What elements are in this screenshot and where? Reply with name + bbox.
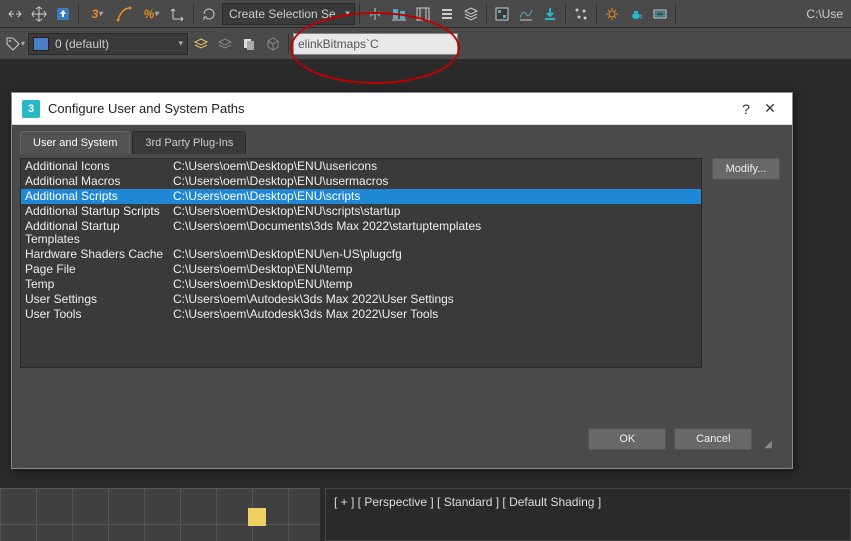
path-row[interactable]: TempC:\Users\oem\Desktop\ENU\temp xyxy=(21,277,701,292)
selection-set-label: Create Selection Se xyxy=(229,7,336,21)
script-listener-input[interactable] xyxy=(293,33,458,55)
layers-stack-icon[interactable] xyxy=(460,3,482,25)
path-row[interactable]: User SettingsC:\Users\oem\Autodesk\3ds M… xyxy=(21,292,701,307)
path-key: User Tools xyxy=(25,308,173,321)
path-value: C:\Users\oem\Desktop\ENU\scripts\startup xyxy=(173,205,697,218)
teapot-icon[interactable] xyxy=(625,3,647,25)
resize-grip-icon[interactable]: ◢ xyxy=(764,439,772,450)
list-icon[interactable] xyxy=(436,3,458,25)
toolbar-separator xyxy=(78,4,79,24)
curve-editor-icon[interactable] xyxy=(515,3,537,25)
tab-3rd-party-plugins[interactable]: 3rd Party Plug-Ins xyxy=(132,131,246,154)
path-key: Additional Startup Templates xyxy=(25,220,173,246)
dialog-title: Configure User and System Paths xyxy=(48,101,734,116)
path-key: Temp xyxy=(25,278,173,291)
main-toolbar-row-1: 3▾ %▾ Create Selection Se C:\Use xyxy=(0,0,851,28)
dialog-footer: OK Cancel ◢ xyxy=(20,368,784,460)
layer-name-label: 0 (default) xyxy=(55,37,109,51)
wireframe-box-icon[interactable] xyxy=(262,33,284,55)
viewport-status-text: [ + ] [ Perspective ] [ Standard ] [ Def… xyxy=(334,495,601,509)
ok-button[interactable]: OK xyxy=(588,428,666,450)
path-value: C:\Users\oem\Documents\3ds Max 2022\star… xyxy=(173,220,697,246)
paths-listbox[interactable]: Additional IconsC:\Users\oem\Desktop\ENU… xyxy=(20,158,702,368)
path-value: C:\Users\oem\Desktop\ENU\temp xyxy=(173,278,697,291)
path-value: C:\Users\oem\Desktop\ENU\en-US\plugcfg xyxy=(173,248,697,261)
path-key: Additional Scripts xyxy=(25,190,173,203)
dialog-titlebar[interactable]: 3 Configure User and System Paths ? ✕ xyxy=(12,93,792,125)
dialog-body: User and System 3rd Party Plug-Ins Addit… xyxy=(12,125,792,468)
path-row[interactable]: Additional MacrosC:\Users\oem\Desktop\EN… xyxy=(21,174,701,189)
refresh-icon[interactable] xyxy=(198,3,220,25)
dialog-tabs: User and System 3rd Party Plug-Ins xyxy=(20,131,784,154)
path-key: User Settings xyxy=(25,293,173,306)
gear-icon[interactable] xyxy=(601,3,623,25)
align-icon[interactable] xyxy=(388,3,410,25)
main-toolbar-row-2: ▾ 0 (default) xyxy=(0,28,851,60)
help-button[interactable]: ? xyxy=(734,101,758,117)
path-row[interactable]: Additional ScriptsC:\Users\oem\Desktop\E… xyxy=(21,189,701,204)
path-key: Page File xyxy=(25,263,173,276)
curve-edit-icon[interactable] xyxy=(113,3,135,25)
copy-icon[interactable] xyxy=(238,33,260,55)
close-button[interactable]: ✕ xyxy=(758,100,782,117)
layers-add-icon[interactable] xyxy=(190,33,212,55)
toolbar-separator xyxy=(288,34,289,54)
toolbar-separator xyxy=(359,4,360,24)
tab-user-and-system[interactable]: User and System xyxy=(20,131,130,154)
toolbar-separator xyxy=(565,4,566,24)
path-key: Additional Icons xyxy=(25,160,173,173)
app-icon: 3 xyxy=(22,100,40,118)
viewport-grid[interactable] xyxy=(0,488,320,541)
layer-color-swatch xyxy=(33,37,49,51)
path-key: Hardware Shaders Cache xyxy=(25,248,173,261)
path-row[interactable]: Hardware Shaders CacheC:\Users\oem\Deskt… xyxy=(21,247,701,262)
path-value: C:\Users\oem\Desktop\ENU\temp xyxy=(173,263,697,276)
viewport-marker xyxy=(248,508,266,526)
snap-toggle-icon[interactable] xyxy=(412,3,434,25)
path-value: C:\Users\oem\Desktop\ENU\usericons xyxy=(173,160,697,173)
layer-dropdown[interactable]: 0 (default) xyxy=(28,33,188,55)
download-icon[interactable] xyxy=(539,3,561,25)
percent-icon[interactable]: %▾ xyxy=(137,3,165,25)
link-icon[interactable] xyxy=(4,3,26,25)
path-row[interactable]: User ToolsC:\Users\oem\Autodesk\3ds Max … xyxy=(21,307,701,322)
configure-paths-dialog: 3 Configure User and System Paths ? ✕ Us… xyxy=(11,92,793,469)
layers-manage-icon[interactable] xyxy=(214,33,236,55)
path-key: Additional Startup Scripts xyxy=(25,205,173,218)
path-value: C:\Users\oem\Desktop\ENU\scripts xyxy=(173,190,697,203)
axis-icon[interactable] xyxy=(167,3,189,25)
toolbar-separator xyxy=(486,4,487,24)
dialog-side-column: Modify... xyxy=(712,158,784,368)
selection-set-dropdown[interactable]: Create Selection Se xyxy=(222,3,355,25)
safe-frame-icon[interactable] xyxy=(649,3,671,25)
schematic-view-icon[interactable] xyxy=(491,3,513,25)
toolbar-separator xyxy=(193,4,194,24)
path-key: Additional Macros xyxy=(25,175,173,188)
path-row[interactable]: Additional Startup ScriptsC:\Users\oem\D… xyxy=(21,204,701,219)
path-row[interactable]: Additional Startup TemplatesC:\Users\oem… xyxy=(21,219,701,247)
modify-button[interactable]: Modify... xyxy=(712,158,780,180)
three-dropdown-icon[interactable]: 3▾ xyxy=(83,3,111,25)
path-row[interactable]: Additional IconsC:\Users\oem\Desktop\ENU… xyxy=(21,159,701,174)
viewport-status-bar[interactable]: [ + ] [ Perspective ] [ Standard ] [ Def… xyxy=(325,488,851,541)
toolbar-separator xyxy=(596,4,597,24)
path-row[interactable]: Page FileC:\Users\oem\Desktop\ENU\temp xyxy=(21,262,701,277)
cancel-button[interactable]: Cancel xyxy=(674,428,752,450)
path-value: C:\Users\oem\Autodesk\3ds Max 2022\User … xyxy=(173,293,697,306)
path-display: C:\Use xyxy=(806,7,847,21)
dialog-panel: Additional IconsC:\Users\oem\Desktop\ENU… xyxy=(20,158,784,368)
path-value: C:\Users\oem\Desktop\ENU\usermacros xyxy=(173,175,697,188)
toolbar-separator xyxy=(675,4,676,24)
move-icon[interactable] xyxy=(28,3,50,25)
up-arrow-icon[interactable] xyxy=(52,3,74,25)
path-value: C:\Users\oem\Autodesk\3ds Max 2022\User … xyxy=(173,308,697,321)
mirror-icon[interactable] xyxy=(364,3,386,25)
tag-icon[interactable]: ▾ xyxy=(4,33,26,55)
particles-icon[interactable] xyxy=(570,3,592,25)
